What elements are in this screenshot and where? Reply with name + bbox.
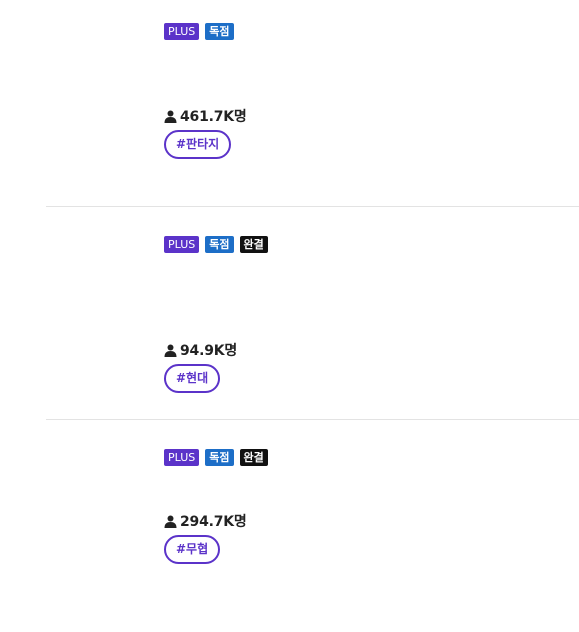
reader-count-value: 294.7K명	[180, 514, 247, 530]
person-icon	[164, 515, 177, 528]
completed-badge: 완결	[239, 449, 268, 466]
exclusive-badge: 독점	[205, 449, 234, 466]
reader-count-value: 461.7K명	[180, 109, 247, 125]
divider	[46, 206, 579, 207]
person-icon	[164, 344, 177, 357]
plus-badge: PLUS	[164, 449, 200, 466]
reader-count-value: 94.9K명	[180, 343, 238, 359]
badge-group: PLUS 독점	[164, 23, 234, 40]
exclusive-badge: 독점	[205, 236, 234, 253]
reader-count: 461.7K명	[164, 106, 247, 126]
plus-badge: PLUS	[164, 23, 200, 40]
webtoon-list: PLUS 독점 461.7K명 #판타지 PLUS 독점 완결 94.9K명 #…	[0, 0, 579, 632]
reader-count: 94.9K명	[164, 340, 237, 360]
divider	[46, 419, 579, 420]
badge-group: PLUS 독점 완결	[164, 449, 268, 466]
exclusive-badge: 독점	[205, 23, 234, 40]
genre-tag[interactable]: #무협	[164, 535, 221, 564]
reader-count: 294.7K명	[164, 511, 247, 531]
completed-badge: 완결	[239, 236, 268, 253]
genre-tag[interactable]: #판타지	[164, 130, 232, 159]
genre-tag[interactable]: #현대	[164, 364, 221, 393]
person-icon	[164, 110, 177, 123]
plus-badge: PLUS	[164, 236, 200, 253]
badge-group: PLUS 독점 완결	[164, 236, 268, 253]
